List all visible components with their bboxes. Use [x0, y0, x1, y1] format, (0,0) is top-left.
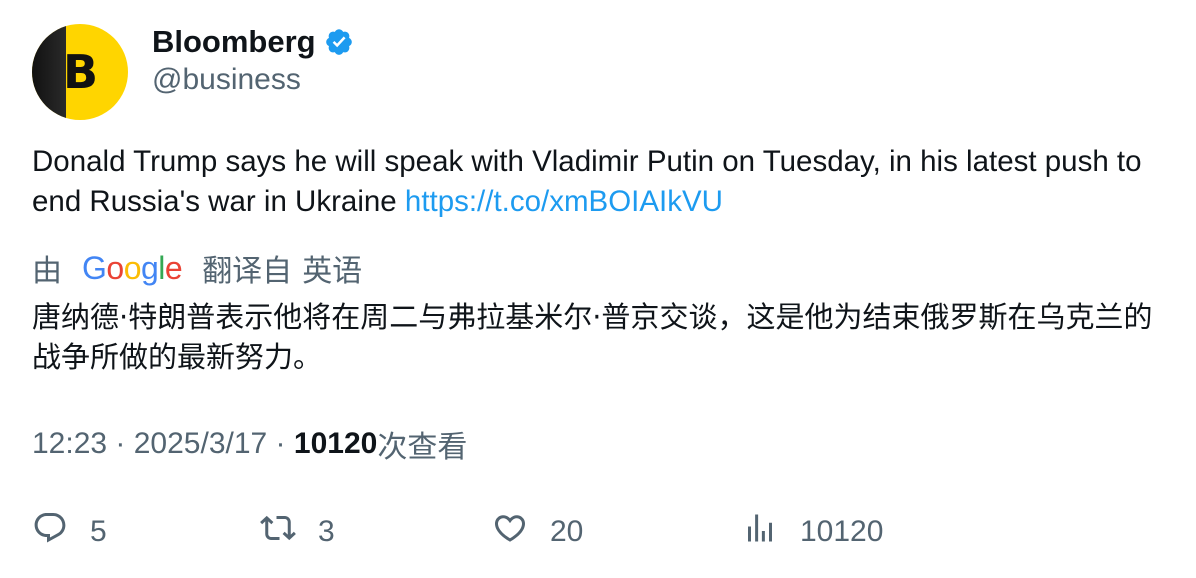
views-action-count: 10120 — [800, 515, 884, 548]
google-logo: Google — [82, 249, 183, 286]
tweet-date[interactable]: 2025/3/17 — [134, 427, 267, 461]
translated-text: 唐纳德·特朗普表示他将在周二与弗拉基米尔·普京交谈，这是他为结束俄罗斯在乌克兰的… — [32, 300, 1153, 374]
author-display-name[interactable]: Bloomberg — [152, 24, 316, 60]
avatar-letter: B — [63, 45, 99, 99]
tweet-time[interactable]: 12:23 — [32, 427, 107, 461]
retweet-icon — [260, 510, 296, 554]
verified-badge-icon[interactable] — [324, 27, 354, 57]
translation-suffix: 翻译自 — [202, 255, 293, 288]
retweet-count: 3 — [318, 515, 335, 548]
like-count: 20 — [550, 515, 584, 548]
translation-prefix: 由 — [32, 255, 62, 288]
views-button[interactable]: 10120 — [742, 510, 883, 554]
retweet-button[interactable]: 3 — [260, 510, 335, 554]
views-count: 10120 — [293, 427, 378, 460]
views-label: 次查看 — [377, 431, 468, 464]
like-button[interactable]: 20 — [492, 510, 583, 554]
author-name-row: Bloomberg — [152, 22, 354, 62]
bar-chart-icon — [742, 510, 778, 554]
tweet-link[interactable]: https://t.co/xmBOIAIkVU — [405, 185, 723, 218]
tweet-text: Donald Trump says he will speak with Vla… — [32, 142, 1162, 222]
translation-language: 英语 — [302, 255, 363, 288]
meta-separator: · — [267, 427, 294, 460]
tweet-meta: 12:23 · 2025/3/17 · 10120 次查看 — [32, 424, 467, 464]
reply-icon — [32, 510, 68, 554]
action-bar: 5 3 20 10120 — [32, 510, 1162, 554]
reply-button[interactable]: 5 — [32, 510, 107, 554]
avatar-shade — [32, 24, 66, 120]
meta-separator: · — [107, 427, 134, 460]
translation-attribution: 由 Google 翻译自 英语 — [32, 248, 363, 289]
author-handle[interactable]: @business — [152, 63, 301, 97]
author-avatar[interactable]: B — [32, 24, 128, 120]
heart-icon — [492, 510, 528, 554]
reply-count: 5 — [90, 515, 107, 548]
